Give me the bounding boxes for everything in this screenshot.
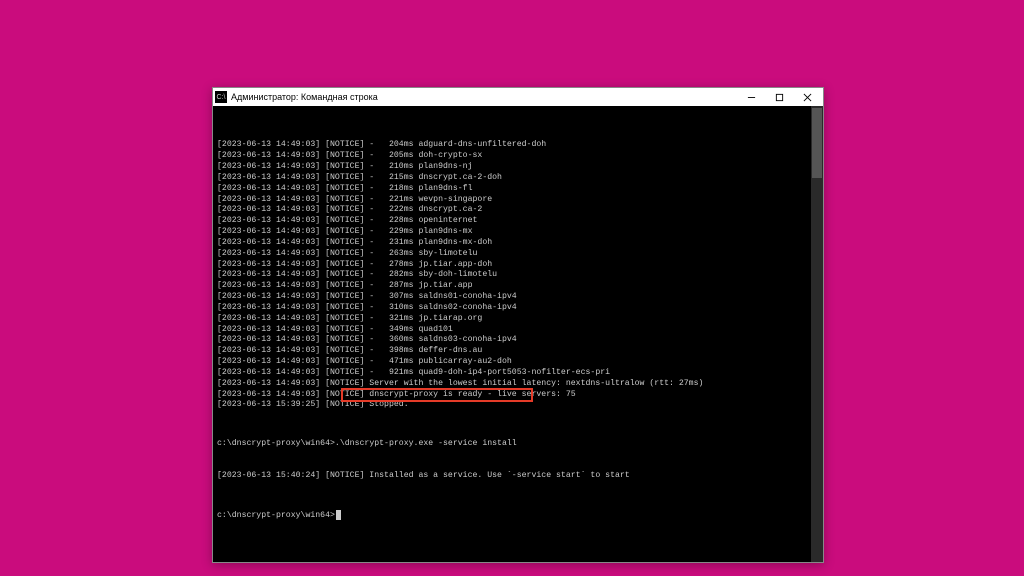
log-line: [2023-06-13 14:49:03] [NOTICE] - 210ms p… [217, 162, 819, 173]
log-line: [2023-06-13 14:49:03] [NOTICE] - 205ms d… [217, 151, 819, 162]
terminal-output[interactable]: [2023-06-13 14:49:03] [NOTICE] - 204ms a… [213, 106, 823, 562]
prompt2: c:\dnscrypt-proxy\win64> [217, 511, 335, 520]
log-line: [2023-06-13 14:49:03] [NOTICE] - 218ms p… [217, 184, 819, 195]
log-line: [2023-06-13 14:49:03] [NOTICE] - 921ms q… [217, 368, 819, 379]
log-line: [2023-06-13 14:49:03] [NOTICE] - 229ms p… [217, 227, 819, 238]
cursor [336, 510, 341, 520]
cmd-icon: C:\ [215, 91, 227, 103]
close-icon [803, 93, 812, 102]
minimize-icon [747, 93, 756, 102]
log-line: [2023-06-13 14:49:03] [NOTICE] - 215ms d… [217, 173, 819, 184]
window-title: Администратор: Командная строка [231, 92, 737, 102]
prompt-line-1: c:\dnscrypt-proxy\win64>.\dnscrypt-proxy… [217, 439, 819, 450]
log-line: [2023-06-13 14:49:03] [NOTICE] - 471ms p… [217, 357, 819, 368]
close-button[interactable] [793, 89, 821, 106]
log-line: [2023-06-13 14:49:03] [NOTICE] - 231ms p… [217, 238, 819, 249]
log-line: [2023-06-13 14:49:03] [NOTICE] - 310ms s… [217, 303, 819, 314]
log-line: [2023-06-13 14:49:03] [NOTICE] - 398ms d… [217, 346, 819, 357]
log-lines: [2023-06-13 14:49:03] [NOTICE] - 204ms a… [217, 140, 819, 411]
scrollbar-track[interactable] [811, 106, 823, 562]
log-line: [2023-06-13 14:49:03] [NOTICE] - 204ms a… [217, 140, 819, 151]
log-line: [2023-06-13 14:49:03] [NOTICE] - 349ms q… [217, 325, 819, 336]
log-line: [2023-06-13 14:49:03] [NOTICE] - 287ms j… [217, 281, 819, 292]
log-line: [2023-06-13 14:49:03] [NOTICE] dnscrypt-… [217, 390, 819, 401]
install-response: [2023-06-13 15:40:24] [NOTICE] Installed… [217, 471, 819, 482]
scrollbar-thumb[interactable] [812, 108, 822, 178]
log-line: [2023-06-13 14:49:03] [NOTICE] - 222ms d… [217, 205, 819, 216]
log-line: [2023-06-13 14:49:03] [NOTICE] - 307ms s… [217, 292, 819, 303]
log-line: [2023-06-13 14:49:03] [NOTICE] - 278ms j… [217, 260, 819, 271]
window-controls [737, 89, 821, 106]
log-line: [2023-06-13 14:49:03] [NOTICE] - 360ms s… [217, 335, 819, 346]
prompt-line-2: c:\dnscrypt-proxy\win64> [217, 510, 819, 522]
maximize-button[interactable] [765, 89, 793, 106]
log-line: [2023-06-13 14:49:03] [NOTICE] - 282ms s… [217, 270, 819, 281]
log-line: [2023-06-13 14:49:03] [NOTICE] - 221ms w… [217, 195, 819, 206]
log-line: [2023-06-13 15:39:25] [NOTICE] Stopped. [217, 400, 819, 411]
prompt1: c:\dnscrypt-proxy\win64> [217, 439, 335, 448]
minimize-button[interactable] [737, 89, 765, 106]
log-line: [2023-06-13 14:49:03] [NOTICE] - 228ms o… [217, 216, 819, 227]
log-line: [2023-06-13 14:49:03] [NOTICE] Server wi… [217, 379, 819, 390]
log-line: [2023-06-13 14:49:03] [NOTICE] - 321ms j… [217, 314, 819, 325]
command-1: .\dnscrypt-proxy.exe -service install [335, 439, 517, 448]
maximize-icon [775, 93, 784, 102]
titlebar[interactable]: C:\ Администратор: Командная строка [213, 88, 823, 106]
log-line: [2023-06-13 14:49:03] [NOTICE] - 263ms s… [217, 249, 819, 260]
cmd-window: C:\ Администратор: Командная строка [202… [212, 87, 824, 563]
